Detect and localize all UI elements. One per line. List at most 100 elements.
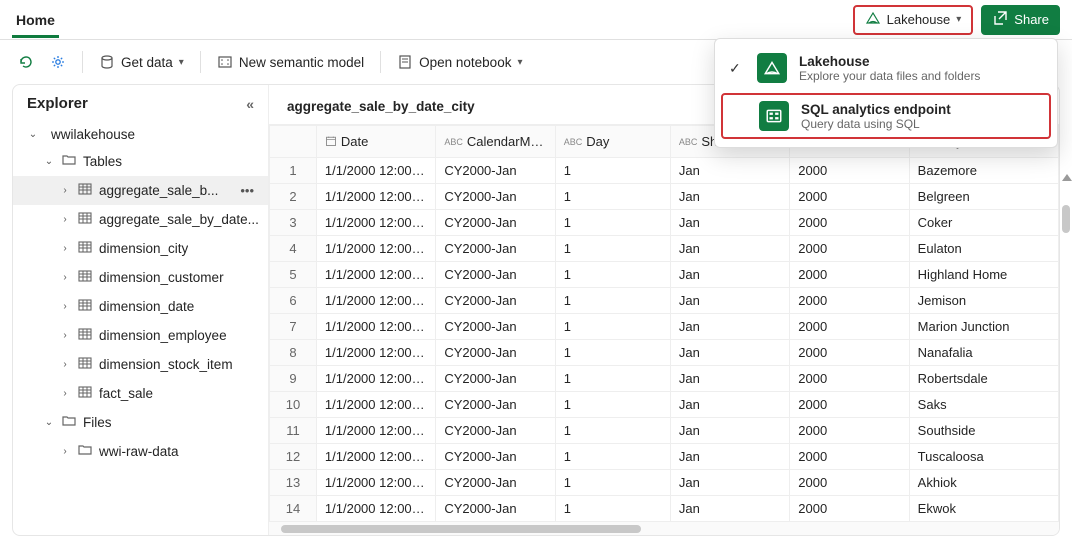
cell: Jemison [909,288,1058,314]
get-data-button[interactable]: Get data ▾ [99,54,184,70]
cell: 2000 [790,470,909,496]
tree-item[interactable]: ›wwi-raw-data [13,437,268,466]
caret-icon: › [59,446,71,457]
caret-icon: › [59,301,71,312]
caret-icon: ⌄ [43,156,55,167]
table-row[interactable]: 121/1/2000 12:00:0...CY2000-Jan1Jan2000T… [270,444,1059,470]
table-row[interactable]: 61/1/2000 12:00:0...CY2000-Jan1Jan2000Je… [270,288,1059,314]
tree-item[interactable]: ›aggregate_sale_b...••• [13,176,268,205]
cell: 1 [555,210,670,236]
cell: CY2000-Jan [436,392,555,418]
row-number: 6 [270,288,317,314]
column-header[interactable]: abcCalendarMo... [436,126,555,158]
share-button[interactable]: Share [981,5,1060,35]
dropdown-item-sql-endpoint[interactable]: SQL analytics endpoint Query data using … [721,93,1051,139]
caret-icon: ⌄ [43,417,55,428]
dropdown-item-lakehouse[interactable]: ✓ Lakehouse Explore your data files and … [715,45,1057,91]
scroll-thumb[interactable] [281,525,641,533]
cell: 1/1/2000 12:00:0... [316,444,435,470]
table-row[interactable]: 21/1/2000 12:00:0...CY2000-Jan1Jan2000Be… [270,184,1059,210]
table-row[interactable]: 111/1/2000 12:00:0...CY2000-Jan1Jan2000S… [270,418,1059,444]
column-header[interactable]: abcDay [555,126,670,158]
tree-item[interactable]: ⌄ wwilakehouse [13,122,268,147]
tree-label: wwilakehouse [51,127,135,142]
tree-item[interactable]: ›aggregate_sale_by_date... [13,205,268,234]
cell: Jan [670,470,789,496]
database-icon [99,54,115,70]
mode-dropdown: ✓ Lakehouse Explore your data files and … [714,38,1058,148]
cell: 1/1/2000 12:00:0... [316,184,435,210]
table-row[interactable]: 71/1/2000 12:00:0...CY2000-Jan1Jan2000Ma… [270,314,1059,340]
table-row[interactable]: 141/1/2000 12:00:0...CY2000-Jan1Jan2000E… [270,496,1059,522]
caret-icon: › [59,330,71,341]
row-number: 2 [270,184,317,210]
row-number: 1 [270,158,317,184]
new-semantic-model-button[interactable]: New semantic model [217,54,364,70]
scroll-up-arrow-icon[interactable] [1062,174,1072,181]
cell: Jan [670,418,789,444]
cell: 2000 [790,262,909,288]
cell: Nanafalia [909,340,1058,366]
table-row[interactable]: 41/1/2000 12:00:0...CY2000-Jan1Jan2000Eu… [270,236,1059,262]
cell: CY2000-Jan [436,184,555,210]
refresh-button[interactable] [18,54,34,70]
vertical-scrollbar[interactable] [1062,174,1070,294]
cell: Jan [670,262,789,288]
caret-icon: › [59,243,71,254]
cell: 1 [555,470,670,496]
table-row[interactable]: 131/1/2000 12:00:0...CY2000-Jan1Jan2000A… [270,470,1059,496]
cell: CY2000-Jan [436,444,555,470]
tree-item[interactable]: ⌄Tables [13,147,268,176]
cell: 1 [555,340,670,366]
column-header[interactable]: Date [316,126,435,158]
tree-item[interactable]: ›dimension_stock_item [13,350,268,379]
tree-icon [61,152,77,171]
tree-item[interactable]: ›dimension_date [13,292,268,321]
tree-item[interactable]: ›fact_sale [13,379,268,408]
lakehouse-mode-label: Lakehouse [887,12,951,27]
table-row[interactable]: 11/1/2000 12:00:0...CY2000-Jan1Jan2000Ba… [270,158,1059,184]
cell: CY2000-Jan [436,366,555,392]
caret-icon: ⌄ [27,129,39,140]
cell: 2000 [790,236,909,262]
tree-item[interactable]: ⌄Files [13,408,268,437]
more-button[interactable]: ••• [240,183,260,198]
new-model-label: New semantic model [239,55,364,70]
scroll-thumb[interactable] [1062,205,1070,233]
cell: 1 [555,314,670,340]
tree-icon [77,181,93,200]
table-row[interactable]: 101/1/2000 12:00:0...CY2000-Jan1Jan2000S… [270,392,1059,418]
table-row[interactable]: 31/1/2000 12:00:0...CY2000-Jan1Jan2000Co… [270,210,1059,236]
tree-item[interactable]: ›dimension_customer [13,263,268,292]
table-row[interactable]: 81/1/2000 12:00:0...CY2000-Jan1Jan2000Na… [270,340,1059,366]
tab-home[interactable]: Home [12,2,59,38]
cell: 1/1/2000 12:00:0... [316,366,435,392]
cell: Southside [909,418,1058,444]
cell: 2000 [790,158,909,184]
collapse-sidebar-button[interactable]: « [246,96,254,112]
row-number: 7 [270,314,317,340]
tree-item[interactable]: ›dimension_employee [13,321,268,350]
dropdown-item-title: SQL analytics endpoint [801,102,951,117]
cell: Jan [670,288,789,314]
caret-icon: › [59,214,71,225]
cell: 1 [555,418,670,444]
tree-label: dimension_city [99,241,188,256]
row-number: 12 [270,444,317,470]
sql-tile-icon [759,101,789,131]
lakehouse-mode-button[interactable]: Lakehouse ▾ [853,5,974,35]
tree-item[interactable]: › dimension_city [13,234,268,263]
cell: CY2000-Jan [436,418,555,444]
rownum-header [270,126,317,158]
row-number: 4 [270,236,317,262]
table-row[interactable]: 91/1/2000 12:00:0...CY2000-Jan1Jan2000Ro… [270,366,1059,392]
cell: Jan [670,184,789,210]
tree-icon [77,210,93,229]
chevron-down-icon: ▾ [517,57,522,68]
settings-button[interactable] [50,54,66,70]
open-notebook-button[interactable]: Open notebook ▾ [397,54,522,70]
horizontal-scrollbar[interactable] [269,521,1059,535]
table-row[interactable]: 51/1/2000 12:00:0...CY2000-Jan1Jan2000Hi… [270,262,1059,288]
cell: 1 [555,288,670,314]
cell: CY2000-Jan [436,158,555,184]
